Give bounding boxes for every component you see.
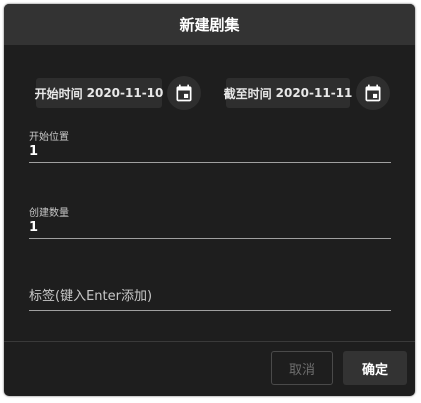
create-count-input[interactable]: 1 — [29, 220, 391, 236]
start-date-button[interactable]: 开始时间 2020-11-10 — [34, 78, 164, 108]
tags-field[interactable]: 标签(键入Enter添加) — [29, 288, 391, 311]
end-date-value: 2020-11-11 — [275, 86, 353, 100]
create-count-field[interactable]: 创建数量 1 — [29, 208, 391, 239]
calendar-icon — [176, 84, 192, 102]
cancel-button[interactable]: 取消 — [271, 351, 333, 385]
tags-underline — [29, 310, 391, 311]
end-date-picker-button[interactable] — [356, 76, 390, 110]
create-count-label: 创建数量 — [29, 208, 69, 219]
start-date-picker-button[interactable] — [167, 76, 201, 110]
dialog-title: 新建剧集 — [4, 4, 415, 45]
new-episode-dialog: 新建剧集 开始时间 2020-11-10 截至时间 2020-11-11 开始位… — [4, 4, 415, 396]
end-date-label: 截至时间 — [223, 86, 272, 101]
start-position-field[interactable]: 开始位置 1 — [29, 132, 391, 163]
end-date-button[interactable]: 截至时间 2020-11-11 — [223, 78, 353, 108]
footer-divider — [4, 341, 415, 342]
start-position-input[interactable]: 1 — [29, 144, 391, 160]
calendar-icon — [365, 84, 381, 102]
start-date-label: 开始时间 — [34, 86, 83, 101]
create-count-underline — [29, 238, 391, 239]
tags-input[interactable]: 标签(键入Enter添加) — [29, 288, 391, 310]
confirm-button[interactable]: 确定 — [343, 351, 407, 385]
start-position-label: 开始位置 — [29, 132, 69, 143]
start-position-underline — [29, 162, 391, 163]
start-date-value: 2020-11-10 — [86, 86, 164, 100]
